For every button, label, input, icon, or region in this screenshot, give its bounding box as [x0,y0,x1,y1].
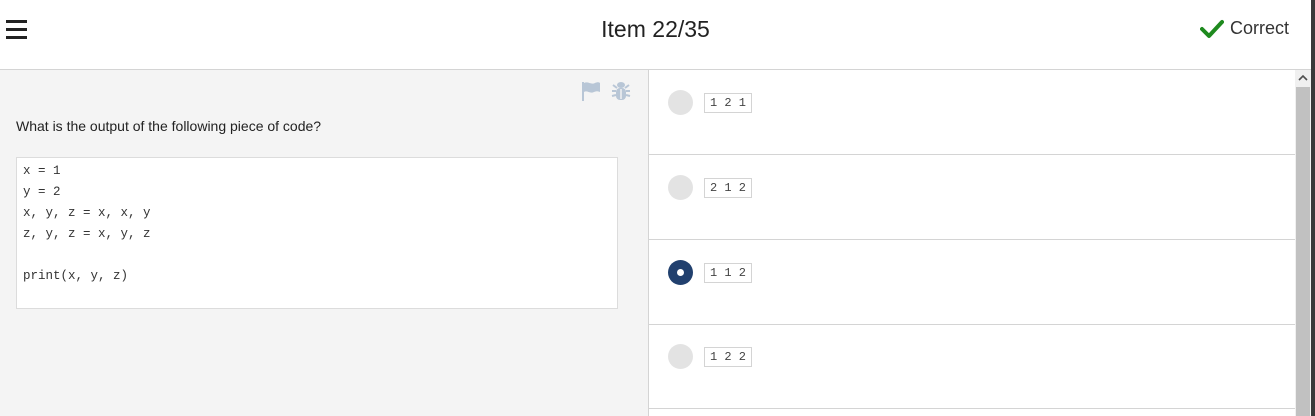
status-indicator: Correct [1199,18,1289,39]
answer-text: 1 1 2 [704,263,753,283]
answer-option-2[interactable]: 2 1 2 [649,155,1295,240]
page-title: Item 22/35 [601,16,710,42]
code-line: x, y, z = x, x, y [23,206,151,220]
scroll-up-arrow-icon[interactable] [1295,70,1311,86]
code-line: z, y, z = x, y, z [23,227,151,241]
question-tools [580,80,632,102]
scrollbar-thumb[interactable] [1296,87,1310,416]
top-bar: Item 22/35 Correct [0,0,1311,70]
window-edge [1311,0,1315,416]
question-prompt: What is the output of the following piec… [16,118,322,134]
status-label: Correct [1229,18,1289,38]
code-line: print(x, y, z) [23,269,129,283]
code-line: y = 2 [23,185,61,199]
answer-option-1[interactable]: 1 2 1 [649,70,1295,155]
answer-text: 1 2 1 [704,93,753,113]
answer-text: 2 1 2 [704,178,753,198]
bug-icon[interactable] [610,80,632,102]
answer-text: 1 2 2 [704,347,753,367]
answers-scrollbar[interactable] [1295,70,1311,416]
radio-button[interactable] [668,175,693,200]
answer-list: 1 2 1 2 1 2 1 1 2 1 2 2 [649,70,1295,416]
answer-option-4[interactable]: 1 2 2 [649,324,1295,409]
code-line: x = 1 [23,164,61,178]
radio-button[interactable] [668,344,693,369]
code-block: x = 1 y = 2 x, y, z = x, x, y z, y, z = … [16,157,618,309]
radio-button-selected[interactable] [668,260,693,285]
answer-option-3[interactable]: 1 1 2 [649,240,1295,325]
radio-button[interactable] [668,90,693,115]
question-pane: What is the output of the following piec… [0,70,649,416]
checkmark-icon [1199,19,1224,38]
flag-icon[interactable] [580,80,602,102]
